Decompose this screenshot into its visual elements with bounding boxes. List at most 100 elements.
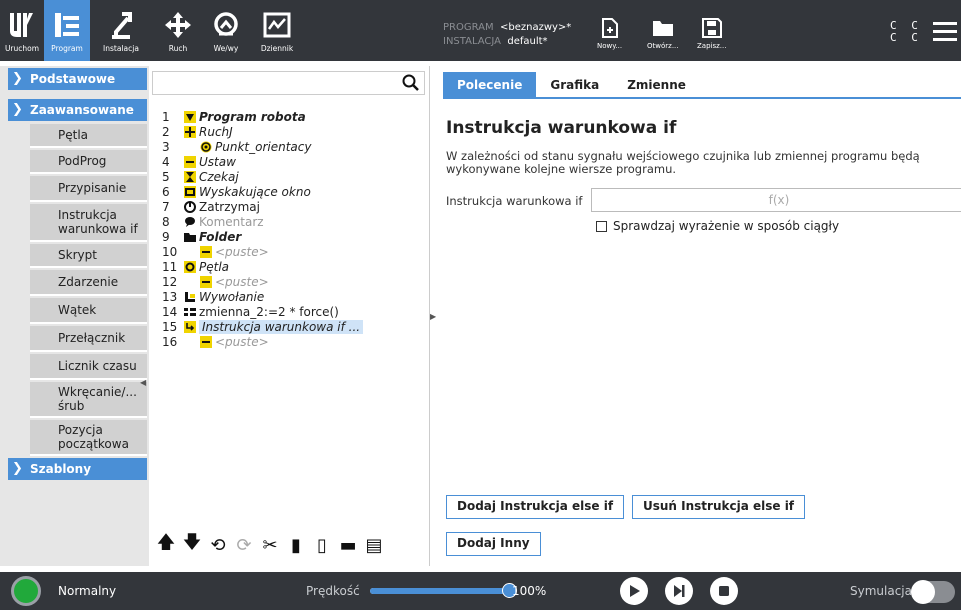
line-number: 1 [162, 109, 170, 124]
category-basic[interactable]: ❯ Podstawowe [8, 68, 147, 90]
add-else-button[interactable]: Dodaj Inny [446, 532, 541, 556]
move-tab-button[interactable]: Ruch [158, 0, 198, 61]
line-number: 8 [162, 214, 170, 229]
tree-search-input[interactable] [152, 71, 425, 95]
tree-line[interactable]: 4 Ustaw [162, 154, 236, 169]
step-button[interactable] [665, 577, 693, 605]
condition-expression-input[interactable]: f(x) [591, 188, 961, 212]
tree-line[interactable]: 6 Wyskakujące okno [162, 184, 311, 199]
sidebar-item-label: Zdarzenie [58, 275, 119, 289]
copy-icon[interactable]: ▮ [286, 534, 306, 556]
tree-line-selected[interactable]: 15 Instrukcja warunkowa if ... [162, 319, 364, 334]
move-down-icon[interactable]: 🡇 [182, 532, 202, 556]
ur-logo-icon [5, 8, 39, 42]
delete-icon[interactable]: ▬ [338, 534, 358, 556]
tree-line[interactable]: 16 <puste> [162, 334, 269, 349]
new-file-button[interactable]: Nowy... [597, 18, 622, 50]
hamburger-menu-icon[interactable] [933, 22, 957, 41]
tree-line[interactable]: 3 Punkt_orientacy [162, 139, 311, 154]
installation-tab-button[interactable]: Instalacja [94, 0, 148, 61]
sidebar-item-switch[interactable]: Przełącznik [30, 326, 147, 352]
sidebar-item-loop[interactable]: Pętla [30, 124, 147, 148]
program-tab-button[interactable]: Program [44, 0, 90, 61]
sidebar-item-screwdriving[interactable]: Wkręcanie/... śrub [30, 382, 147, 418]
open-file-button[interactable]: Otwórz... [647, 18, 679, 50]
sidebar-item-event[interactable]: Zdarzenie [30, 270, 147, 296]
collapse-left-icon[interactable]: ◀ [140, 378, 150, 392]
tree-line-text: Wywołanie [199, 289, 265, 304]
log-chart-icon [260, 8, 294, 42]
run-tab-button[interactable]: Uruchom [4, 0, 40, 61]
suppress-icon[interactable]: ▤ [364, 534, 384, 556]
sidebar-item-label: Skrypt [58, 248, 97, 262]
play-button[interactable] [620, 577, 648, 605]
speed-slider[interactable] [370, 583, 517, 598]
tree-line[interactable]: 12 <puste> [162, 274, 269, 289]
installation-label: INSTALACJA [443, 36, 502, 47]
tab-variables[interactable]: Zmienne [613, 72, 700, 98]
tree-line[interactable]: 7 Zatrzymaj [162, 199, 260, 214]
sidebar-item-label: PodProg [58, 154, 107, 168]
sidebar-item-script[interactable]: Skrypt [30, 244, 147, 268]
tree-line[interactable]: 1 Program robota [162, 109, 306, 124]
tree-line-text: Instrukcja warunkowa if ... [199, 319, 364, 334]
category-advanced[interactable]: ❯ Zaawansowane [8, 99, 147, 121]
sidebar-item-label: Licznik czasu [58, 359, 137, 373]
condition-label: Instrukcja warunkowa if [446, 194, 583, 208]
tab-underline [443, 97, 961, 99]
line-number: 14 [162, 304, 178, 319]
continuous-checkbox[interactable] [596, 220, 607, 232]
category-templates[interactable]: ❯ Szablony [8, 458, 147, 480]
io-tab-button[interactable]: We/wy [206, 0, 246, 61]
save-file-button[interactable]: Zapisz... [697, 18, 726, 50]
tree-line[interactable]: 10 <puste> [162, 244, 269, 259]
power-status-button[interactable] [11, 576, 41, 606]
chevron-right-icon: ❯ [12, 71, 23, 86]
sidebar-item-thread[interactable]: Wątek [30, 298, 147, 324]
search-icon[interactable] [402, 74, 420, 92]
stop-button[interactable] [710, 577, 738, 605]
sidebar-item-assignment[interactable]: Przypisanie [30, 176, 147, 202]
tab-command[interactable]: Polecenie [443, 72, 537, 98]
sidebar-item-if[interactable]: Instrukcja warunkowa if [30, 204, 147, 242]
sidebar-item-timer[interactable]: Licznik czasu [30, 354, 147, 380]
run-tab-label: Uruchom [4, 44, 40, 53]
sidebar-item-label: Instrukcja warunkowa if [58, 208, 138, 236]
tree-line[interactable]: 13 Wywołanie [162, 289, 264, 304]
cut-icon[interactable]: ✂ [260, 534, 280, 556]
paste-icon[interactable]: ▯ [312, 534, 332, 556]
tree-line-text: Pętla [199, 259, 230, 274]
program-label: PROGRAM [443, 22, 494, 33]
tree-line-text: Ustaw [199, 154, 236, 169]
sidebar-item-subprog[interactable]: PodProg [30, 150, 147, 174]
tab-graphics[interactable]: Grafika [536, 72, 613, 98]
command-tabs: Polecenie Grafika Zmienne [443, 72, 700, 98]
log-tab-button[interactable]: Dziennik [254, 0, 300, 61]
cc-indicator[interactable]: C C C C [890, 20, 922, 44]
tree-line-text: zmienna_2:=2 * force() [199, 304, 339, 319]
cc-bottom-text: C C [890, 31, 922, 44]
tree-line[interactable]: 2 RuchJ [162, 124, 233, 139]
redo-icon[interactable]: ⟳ [234, 534, 254, 556]
tree-line[interactable]: 9 Folder [162, 229, 241, 244]
loop-icon [184, 260, 196, 273]
tree-line[interactable]: 11 Pętla [162, 259, 229, 274]
program-info: PROGRAM <beznazwy>* INSTALACJA default* [443, 21, 571, 49]
sidebar-item-home[interactable]: Pozycja początkowa [30, 420, 147, 456]
tree-line[interactable]: 8 Komentarz [162, 214, 264, 229]
open-file-label: Otwórz... [647, 42, 679, 50]
continuous-check-row[interactable]: Sprawdzaj wyrażenie w sposób ciągły [596, 219, 839, 233]
program-name: <beznazwy>* [499, 22, 572, 33]
tree-line[interactable]: 14 zmienna_2:=2 * force() [162, 304, 339, 319]
collapse-tree-icon[interactable]: ▶ [430, 312, 436, 321]
simulation-toggle[interactable] [911, 580, 955, 604]
installation-tab-label: Instalacja [103, 44, 139, 53]
line-number: 4 [162, 154, 170, 169]
remove-elseif-button[interactable]: Usuń Instrukcja else if [632, 495, 806, 519]
move-up-icon[interactable]: 🡅 [156, 532, 176, 556]
undo-icon[interactable]: ⟲ [208, 534, 228, 556]
step-icon [674, 585, 685, 597]
add-elseif-button[interactable]: Dodaj Instrukcja else if [446, 495, 625, 519]
tree-line[interactable]: 5 Czekaj [162, 169, 239, 184]
move-arrows-icon [161, 8, 195, 42]
